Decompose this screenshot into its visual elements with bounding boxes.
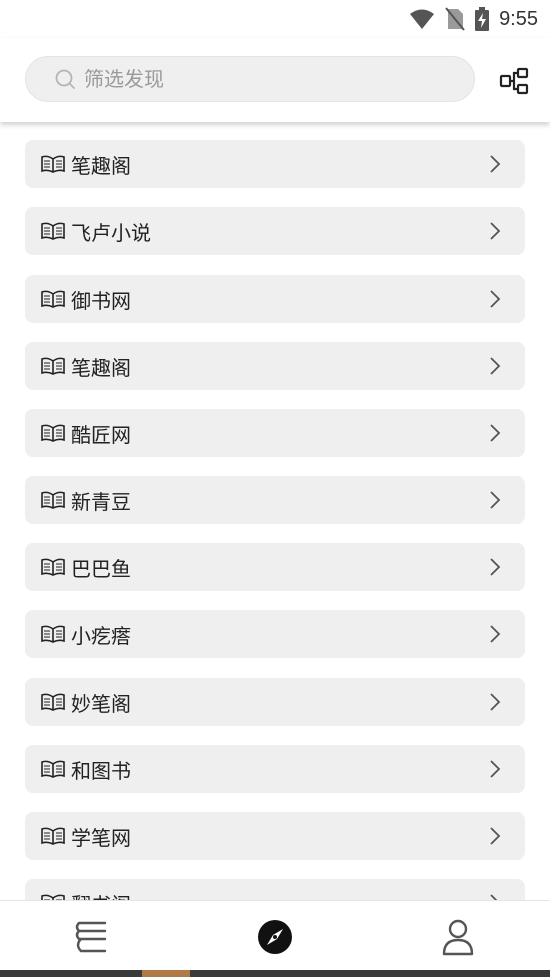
list-item-label: 小疙瘩 (71, 623, 131, 648)
source-list[interactable]: 笔趣阁 飞卢小说 御书网 笔趣阁 酷匠网 新青豆 巴巴鱼 小疙瘩 妙笔阁 和图书… (0, 122, 550, 900)
compass-icon (258, 920, 292, 954)
list-item-label: 巴巴鱼 (71, 556, 131, 581)
list-item[interactable]: 新青豆 (25, 476, 525, 524)
chevron-right-icon (490, 558, 501, 576)
book-icon (41, 894, 65, 900)
book-icon (41, 760, 65, 778)
nav-profile-button[interactable] (428, 911, 488, 963)
book-icon (41, 558, 65, 576)
chevron-right-icon (490, 693, 501, 711)
chevron-right-icon (490, 290, 501, 308)
search-icon (55, 69, 75, 89)
status-time: 9:55 (499, 7, 538, 30)
list-item-label: 飞卢小说 (71, 220, 151, 245)
list-item-label: 酷匠网 (71, 422, 131, 447)
bookshelf-icon (75, 921, 107, 953)
no-sim-icon (445, 7, 465, 31)
list-item-label: 翻书阁 (71, 889, 131, 901)
search-box[interactable] (25, 56, 475, 102)
wifi-icon (410, 9, 435, 29)
book-icon (41, 357, 65, 375)
nav-bookshelf-button[interactable] (62, 911, 122, 963)
chevron-right-icon (490, 155, 501, 173)
list-item[interactable]: 飞卢小说 (25, 207, 525, 255)
chevron-right-icon (490, 357, 501, 375)
book-icon (41, 625, 65, 643)
list-item[interactable]: 小疙瘩 (25, 610, 525, 658)
list-item-label: 笔趣阁 (71, 153, 131, 178)
group-tree-button[interactable] (495, 62, 533, 100)
list-item-label: 学笔网 (71, 825, 131, 850)
list-item-label: 和图书 (71, 758, 131, 783)
list-item[interactable]: 学笔网 (25, 812, 525, 860)
battery-charging-icon (475, 7, 490, 31)
nav-discover-button[interactable] (245, 911, 305, 963)
list-item-label: 妙笔阁 (71, 691, 131, 716)
list-item[interactable]: 妙笔阁 (25, 678, 525, 726)
system-nav-bar (0, 970, 550, 977)
book-icon (41, 491, 65, 509)
search-header (0, 38, 550, 122)
profile-icon (442, 919, 474, 956)
list-item[interactable]: 酷匠网 (25, 409, 525, 457)
list-item[interactable]: 笔趣阁 (25, 140, 525, 188)
search-input[interactable] (82, 66, 446, 92)
book-icon (41, 155, 65, 173)
nav-indicator (142, 970, 190, 977)
list-item[interactable]: 笔趣阁 (25, 342, 525, 390)
list-item-label: 新青豆 (71, 489, 131, 514)
list-item[interactable]: 翻书阁 (25, 879, 525, 900)
book-icon (41, 424, 65, 442)
chevron-right-icon (490, 760, 501, 778)
status-icons: 9:55 (409, 6, 538, 32)
chevron-right-icon (490, 491, 501, 509)
chevron-right-icon (490, 827, 501, 845)
book-icon (41, 290, 65, 308)
book-icon (41, 827, 65, 845)
chevron-right-icon (490, 424, 501, 442)
chevron-right-icon (490, 222, 501, 240)
list-item[interactable]: 巴巴鱼 (25, 543, 525, 591)
list-item[interactable]: 御书网 (25, 275, 525, 323)
chevron-right-icon (490, 625, 501, 643)
list-item-label: 御书网 (71, 288, 131, 313)
status-bar: 9:55 (0, 0, 550, 38)
list-item-label: 笔趣阁 (71, 355, 131, 380)
book-icon (41, 693, 65, 711)
chevron-right-icon (490, 894, 498, 900)
tree-structure-icon (499, 67, 529, 95)
book-icon (41, 222, 65, 240)
bottom-nav (0, 900, 550, 971)
list-item[interactable]: 和图书 (25, 745, 525, 793)
